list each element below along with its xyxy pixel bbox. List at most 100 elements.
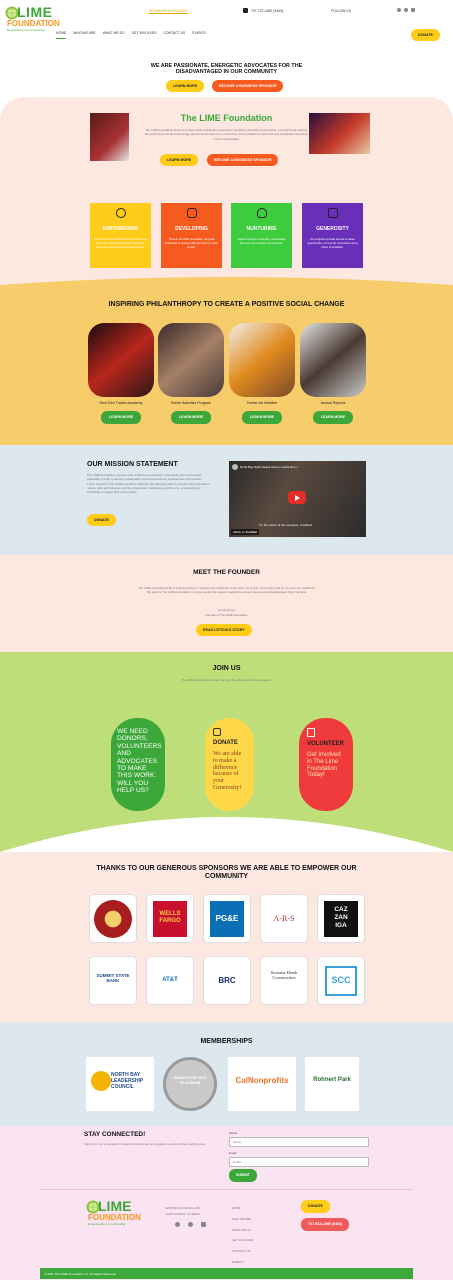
nav-get-involved[interactable]: GET INVOLVED (132, 31, 157, 39)
seal-logo (94, 900, 132, 938)
program-photo (88, 323, 154, 397)
read-story-button[interactable]: READ LETICIA'S STORY (196, 624, 252, 636)
pillar-empowering[interactable]: EMPOWERING We are rooted in a discipline… (90, 203, 151, 268)
email-input[interactable] (229, 1157, 369, 1167)
footer-link-what-we-do[interactable]: WHAT WE DO (232, 1225, 253, 1236)
footer-logo[interactable]: LIME FOUNDATION Empowering our community (86, 1198, 148, 1228)
scc-logo: SCC (325, 966, 357, 996)
mission-donate-button[interactable]: DONATE (87, 514, 116, 526)
video-caption: I'm the owner of the company. I realized (259, 523, 312, 527)
footer-linkedin-icon[interactable] (201, 1222, 206, 1227)
video-player[interactable]: North Bay Spirit Award winner Leticia Ro… (229, 461, 366, 537)
header: LIME FOUNDATION Empowering our community… (0, 0, 453, 50)
footer-link-events[interactable]: EVENTS (232, 1257, 253, 1268)
sponsor-logo[interactable]: BRC (203, 956, 251, 1005)
main-nav: HOME WHO WE ARE WHAT WE DO GET INVOLVED … (56, 31, 216, 39)
about-sponsor-button[interactable]: BECOME A BUSINESS SPONSOR (207, 154, 279, 166)
nav-contact-us[interactable]: CONTACT US (163, 31, 185, 39)
nav-who-we-are[interactable]: WHO WE ARE (73, 31, 95, 39)
about-title: The LIME Foundation (180, 113, 273, 123)
programs-section: INSPIRING PHILANTHROPY TO CREATE A POSIT… (0, 277, 453, 445)
sponsor-logo[interactable]: PG&E (203, 894, 251, 943)
footer-address-2: SANTA ROSA, CA 95404 (166, 1212, 200, 1216)
sponsor-logo[interactable] (89, 894, 137, 943)
watch-on-youtube[interactable]: Watch on YouTube (231, 529, 260, 535)
pillar-nurturing[interactable]: NURTURING Support through mentorship, sc… (231, 203, 292, 268)
join-title: JOIN US (212, 665, 241, 672)
program-card-trades[interactable]: Next Gen Trades Academy LEARN MORE (88, 323, 154, 435)
about-learn-more-button[interactable]: LEARN MORE (160, 154, 199, 166)
sponsor-logo[interactable]: SCC (317, 956, 365, 1005)
nblc-logo-text: NORTH BAY LEADERSHIP COUNCIL (111, 1072, 144, 1090)
footer-facebook-icon[interactable] (175, 1222, 180, 1227)
program-photo (158, 323, 224, 397)
sponsor-logo[interactable]: SUMMIT STATE BANK (89, 956, 137, 1005)
sponsor-logo[interactable]: WELLS FARGO (146, 894, 194, 943)
sponsor-logo[interactable]: AT&T (146, 956, 194, 1005)
footer-donate-button[interactable]: DONATE (301, 1200, 330, 1213)
about-section: The LIME Foundation The LIME Foundation … (0, 97, 453, 297)
instagram-icon[interactable] (404, 8, 408, 12)
footer-link-get-involved[interactable]: GET INVOLVED (232, 1235, 253, 1246)
footer-instagram-icon[interactable] (188, 1222, 193, 1227)
program-learn-more-button[interactable]: LEARN MORE (313, 411, 353, 424)
guidestar-logo-text: GUIDESTAR 2019 PLATINUM (173, 1075, 207, 1085)
program-learn-more-button[interactable]: LEARN MORE (101, 411, 141, 424)
program-card-seniors[interactable]: Senior Activities Program LEARN MORE (158, 323, 224, 435)
nav-home[interactable]: HOME (56, 31, 67, 39)
membership-logo[interactable]: GUIDESTAR 2019 PLATINUM (163, 1057, 217, 1111)
join-card-text: WE NEED DONORS, VOLUNTEERS AND ADVOCATES… (117, 728, 162, 795)
sponsor-logo[interactable]: Sonoma Heath Construction (260, 956, 308, 1005)
about-body: The LIME Foundation seeks to remove each… (144, 128, 309, 141)
pillar-text: We are rooted in a disciplined approach … (94, 238, 147, 249)
about-photo-right (309, 113, 370, 154)
name-input[interactable] (229, 1137, 369, 1147)
join-card-text: Get Involved in The Lime Foundation Toda… (307, 752, 341, 779)
sponsor-logo[interactable]: A-R-S (260, 894, 308, 943)
pillar-text: Support through mentorship, scholarships… (237, 238, 286, 245)
pillar-title: EMPOWERING (102, 226, 139, 232)
intro-sponsor-button[interactable]: BECOME A BUSINESS SPONSOR (212, 80, 284, 92)
join-card-donate[interactable]: DONATE We are able to make a difference … (205, 718, 254, 811)
program-card-tonner-art[interactable]: Tonner Art Initiative LEARN MORE (229, 323, 295, 435)
linkedin-icon[interactable] (411, 8, 415, 12)
header-donate-button[interactable]: DONATE (411, 29, 440, 41)
pillar-generosity[interactable]: GENEROSITY Our programs provide access t… (302, 203, 363, 268)
nav-what-we-do[interactable]: WHAT WE DO (103, 31, 125, 39)
nblc-sun-icon (91, 1071, 111, 1091)
membership-logo[interactable]: NORTH BAY LEADERSHIP COUNCIL (86, 1057, 154, 1111)
program-card-annual-reports[interactable]: Annual Reports LEARN MORE (300, 323, 366, 435)
pillar-developing[interactable]: DEVELOPING Through the LIME Foundation, … (161, 203, 222, 268)
program-learn-more-button[interactable]: LEARN MORE (242, 411, 282, 424)
facebook-icon[interactable] (397, 8, 401, 12)
intro-learn-more-button[interactable]: LEARN MORE (166, 80, 205, 92)
generosity-icon (327, 208, 338, 218)
logo[interactable]: LIME FOUNDATION Empowering our community (5, 4, 67, 34)
nav-events[interactable]: EVENTS (192, 31, 206, 39)
play-icon[interactable] (288, 491, 306, 504)
att-logo: AT&T (162, 977, 178, 983)
program-learn-more-button[interactable]: LEARN MORE (171, 411, 211, 424)
footer-link-contact-us[interactable]: CONTACT US (232, 1246, 253, 1257)
sponsors-headline: THANKS TO OUR GENEROUS SPONSORS WE ARE A… (96, 865, 357, 880)
footer-link-who-we-are[interactable]: WHO WE ARE (232, 1214, 253, 1225)
email-label: Email (229, 1151, 237, 1155)
join-card-donors[interactable]: WE NEED DONORS, VOLUNTEERS AND ADVOCATES… (111, 718, 165, 811)
program-name: Next Gen Trades Academy (99, 401, 143, 405)
sponsor-logo[interactable]: CAZ ZAN IGA (317, 894, 365, 943)
footer-link-home[interactable]: HOME (232, 1203, 253, 1214)
submit-button[interactable]: SUBMIT (229, 1169, 257, 1182)
intro-headline: WE ARE PASSIONATE, ENERGETIC ADVOCATES F… (150, 63, 303, 76)
join-card-volunteer[interactable]: VOLUNTEER Get Involved in The Lime Found… (299, 718, 353, 811)
empowering-icon (115, 208, 126, 218)
header-phone[interactable]: 707-722-LIME (5463) (251, 9, 283, 13)
cazzaniga-logo: CAZ ZAN IGA (324, 901, 358, 937)
membership-logo[interactable]: Rohnert Park (305, 1057, 359, 1111)
footer-phone-button[interactable]: 707-922-LIME (5463) (301, 1218, 350, 1231)
membership-logo[interactable]: CalNonprofits (228, 1057, 296, 1111)
sponsor-student-link[interactable]: SPONSOR A STUDENT (149, 9, 188, 13)
watch-on-label: Watch on (233, 530, 245, 534)
calnonprofits-logo-text: CalNonprofits (235, 1076, 289, 1085)
sponsors-section: THANKS TO OUR GENEROUS SPONSORS WE ARE A… (0, 852, 453, 1022)
join-section: JOIN US The LIME Foundation's vision can… (0, 652, 453, 852)
